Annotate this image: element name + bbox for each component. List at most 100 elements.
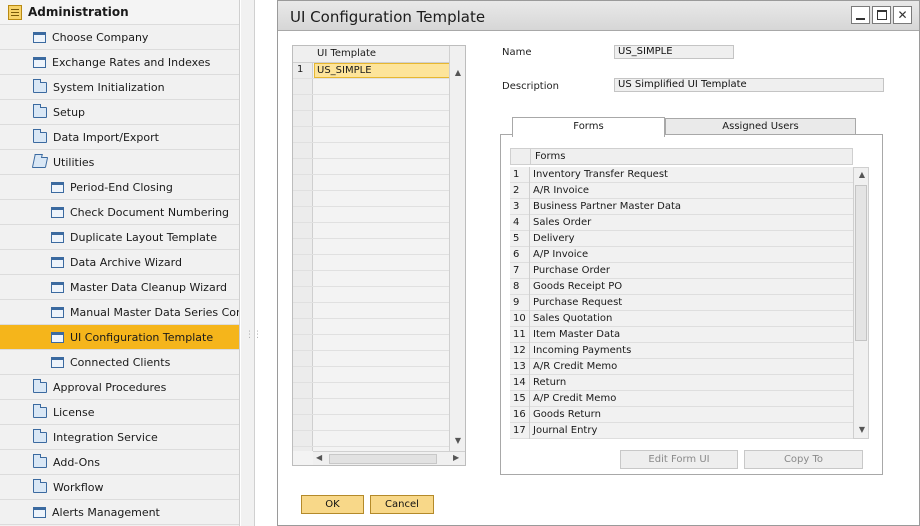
form-row-number: 14 (510, 375, 530, 391)
copy-to-button[interactable]: Copy To (744, 450, 863, 469)
maximize-button[interactable] (872, 6, 891, 24)
window-titlebar[interactable]: UI Configuration Template ✕ (278, 1, 919, 31)
sidebar-item-duplicate-layout-template[interactable]: Duplicate Layout Template (0, 225, 239, 250)
empty-row (293, 175, 449, 191)
empty-row (293, 287, 449, 303)
forms-column-header[interactable]: Forms (535, 151, 565, 162)
empty-row (293, 255, 449, 271)
form-row-inventory-transfer-request[interactable]: 1 Inventory Transfer Request (510, 167, 853, 183)
ui-template-column-header[interactable]: UI Template (317, 48, 376, 59)
name-field[interactable]: US_SIMPLE (614, 45, 734, 59)
sidebar-item-data-import-export[interactable]: Data Import/Export (0, 125, 239, 150)
ok-button[interactable]: OK (301, 495, 364, 514)
scroll-up-icon[interactable]: ▲ (451, 66, 465, 80)
sidebar-item-label: Connected Clients (70, 355, 171, 369)
empty-row (293, 127, 449, 143)
form-row-purchase-order[interactable]: 7 Purchase Order (510, 263, 853, 279)
form-row-a-p-invoice[interactable]: 6 A/P Invoice (510, 247, 853, 263)
form-row-a-r-credit-memo[interactable]: 13 A/R Credit Memo (510, 359, 853, 375)
form-row-return[interactable]: 14 Return (510, 375, 853, 391)
scroll-left-icon[interactable]: ◀ (316, 453, 322, 462)
sidebar-item-master-data-cleanup-wizard[interactable]: Master Data Cleanup Wizard (0, 275, 239, 300)
form-row-a-p-credit-memo[interactable]: 15 A/P Credit Memo (510, 391, 853, 407)
edit-form-ui-button[interactable]: Edit Form UI (620, 450, 738, 469)
template-row-value[interactable]: US_SIMPLE (314, 63, 464, 78)
window-icon (51, 281, 64, 293)
sidebar-item-workflow[interactable]: Workflow (0, 475, 239, 500)
ui-template-grid: UI Template 1 US_SIMPLE ▲ ▼ ◀ ▶ (292, 45, 466, 466)
empty-row (293, 191, 449, 207)
sidebar-item-label: UI Configuration Template (70, 330, 214, 344)
ui-template-horizontal-scrollbar[interactable]: ◀ ▶ (313, 451, 465, 465)
form-row-sales-order[interactable]: 4 Sales Order (510, 215, 853, 231)
scroll-right-icon[interactable]: ▶ (453, 453, 459, 462)
sidebar-item-manual-master-data-series-convert[interactable]: Manual Master Data Series Convert (0, 300, 239, 325)
form-row-name: Purchase Request (533, 297, 623, 308)
sidebar-item-label: Setup (53, 105, 86, 119)
form-row-a-r-invoice[interactable]: 2 A/R Invoice (510, 183, 853, 199)
form-row-name: Goods Receipt PO (533, 281, 623, 292)
sidebar-item-label: Approval Procedures (53, 380, 167, 394)
empty-row (293, 319, 449, 335)
forms-vertical-scrollbar[interactable]: ▲ ▼ (853, 167, 869, 439)
cancel-button[interactable]: Cancel (370, 495, 434, 514)
close-icon: ✕ (897, 8, 908, 22)
form-row-sales-quotation[interactable]: 10 Sales Quotation (510, 311, 853, 327)
form-row-item-master-data[interactable]: 11 Item Master Data (510, 327, 853, 343)
tab-assigned-users[interactable]: Assigned Users (665, 118, 856, 135)
horizontal-scroll-thumb[interactable] (329, 454, 437, 464)
panel-splitter[interactable]: ⋮⋮ (241, 0, 262, 526)
form-row-name: Delivery (533, 233, 575, 244)
form-row-goods-receipt-po[interactable]: 8 Goods Receipt PO (510, 279, 853, 295)
sidebar-item-integration-service[interactable]: Integration Service (0, 425, 239, 450)
window-icon (51, 356, 64, 368)
close-button[interactable]: ✕ (893, 6, 912, 24)
form-row-goods-return[interactable]: 16 Goods Return (510, 407, 853, 423)
forms-scroll-up-icon[interactable]: ▲ (855, 168, 869, 182)
nav-header-administration[interactable]: Administration (0, 0, 239, 25)
form-row-purchase-request[interactable]: 9 Purchase Request (510, 295, 853, 311)
sidebar-item-label: Duplicate Layout Template (70, 230, 217, 244)
form-row-incoming-payments[interactable]: 12 Incoming Payments (510, 343, 853, 359)
sidebar-item-connected-clients[interactable]: Connected Clients (0, 350, 239, 375)
sidebar-item-system-initialization[interactable]: System Initialization (0, 75, 239, 100)
sidebar-item-exchange-rates-and-indexes[interactable]: Exchange Rates and Indexes (0, 50, 239, 75)
tab-forms[interactable]: Forms (512, 117, 665, 137)
form-row-business-partner-master-data[interactable]: 3 Business Partner Master Data (510, 199, 853, 215)
minimize-button[interactable] (851, 6, 870, 24)
sidebar-item-add-ons[interactable]: Add-Ons (0, 450, 239, 475)
sidebar-item-license[interactable]: License (0, 400, 239, 425)
sidebar-item-ui-configuration-template[interactable]: UI Configuration Template (0, 325, 239, 350)
empty-row (293, 271, 449, 287)
form-row-delivery[interactable]: 5 Delivery (510, 231, 853, 247)
scroll-down-icon[interactable]: ▼ (451, 434, 465, 448)
ui-template-vertical-scrollbar[interactable]: ▲ ▼ (449, 46, 465, 451)
form-row-name: A/P Credit Memo (533, 393, 617, 404)
template-row[interactable]: 1 US_SIMPLE (293, 63, 464, 79)
sidebar-item-approval-procedures[interactable]: Approval Procedures (0, 375, 239, 400)
sidebar-item-label: Data Import/Export (53, 130, 159, 144)
sidebar-item-utilities[interactable]: Utilities (0, 150, 239, 175)
nav-header-label: Administration (28, 5, 129, 19)
form-row-name: Sales Quotation (533, 313, 613, 324)
sidebar-item-alerts-management[interactable]: Alerts Management (0, 500, 239, 525)
folder-icon (33, 378, 47, 393)
form-row-name: Return (533, 377, 567, 388)
forms-scroll-down-icon[interactable]: ▼ (855, 423, 869, 437)
form-row-journal-entry[interactable]: 17 Journal Entry (510, 423, 853, 439)
sidebar-item-label: Workflow (53, 480, 104, 494)
description-field[interactable]: US Simplified UI Template (614, 78, 884, 92)
form-row-number: 13 (510, 359, 530, 375)
sidebar-item-choose-company[interactable]: Choose Company (0, 25, 239, 50)
sidebar-item-period-end-closing[interactable]: Period-End Closing (0, 175, 239, 200)
empty-row (293, 159, 449, 175)
empty-row (293, 383, 449, 399)
sidebar-item-label: Check Document Numbering (70, 205, 230, 219)
template-row-number: 1 (297, 64, 304, 75)
forms-scroll-thumb[interactable] (855, 185, 867, 341)
empty-row (293, 207, 449, 223)
form-row-number: 1 (510, 167, 530, 183)
sidebar-item-data-archive-wizard[interactable]: Data Archive Wizard (0, 250, 239, 275)
sidebar-item-setup[interactable]: Setup (0, 100, 239, 125)
sidebar-item-check-document-numbering[interactable]: Check Document Numbering (0, 200, 239, 225)
